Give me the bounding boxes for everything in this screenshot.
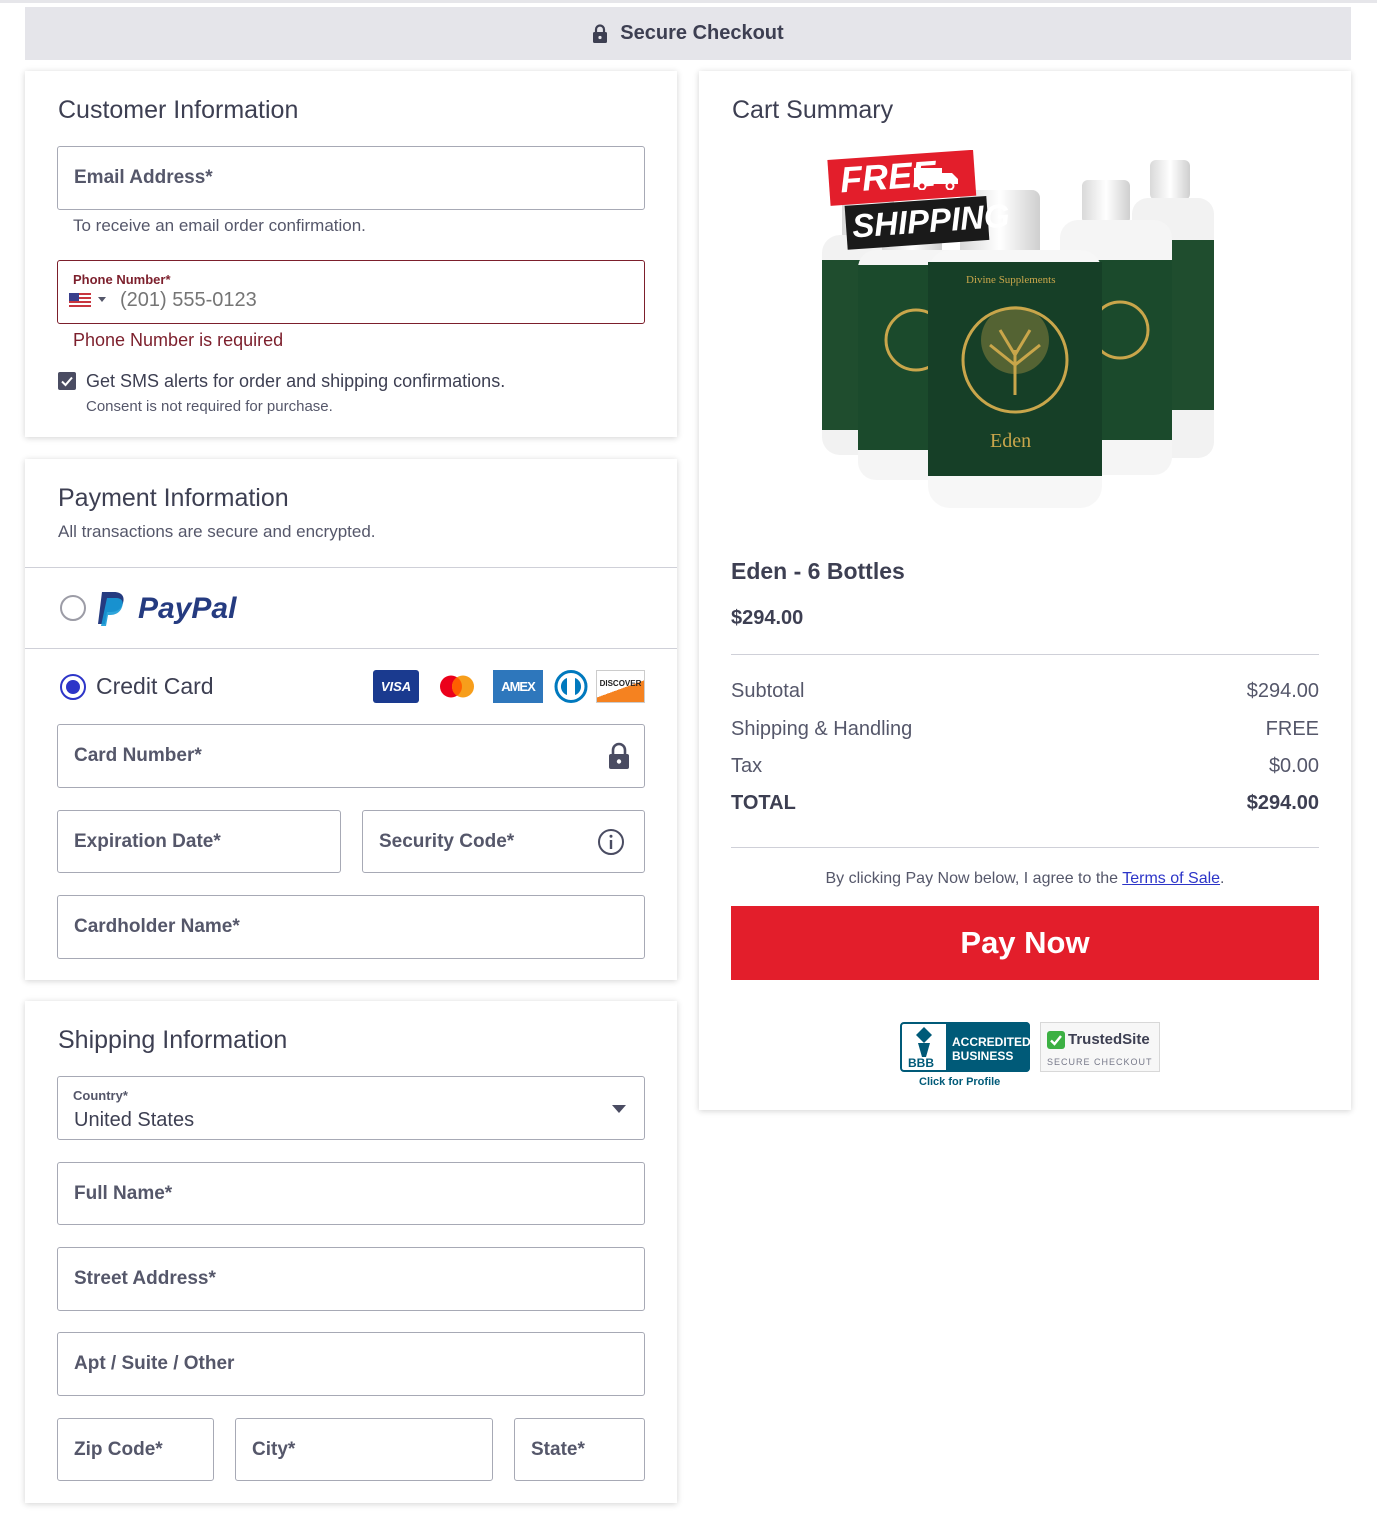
product-image: FREE SHIPPING Divine Supplements Eden [820,149,1220,510]
credit-card-radio[interactable] [60,674,86,700]
cardholder-name-label: Cardholder Name* [74,916,240,937]
bbb-line2: BUSINESS [952,1049,1014,1063]
us-flag-icon[interactable] [69,293,91,308]
tax-row: Tax $0.00 [731,755,1319,778]
cart-summary-title: Cart Summary [732,96,894,124]
sms-label[interactable]: Get SMS alerts for order and shipping co… [86,371,505,392]
state-field[interactable]: State* [514,1418,645,1481]
shipping-label: Shipping & Handling [731,718,913,740]
sms-checkbox[interactable] [58,372,76,390]
payment-divider-2 [25,648,677,649]
subtotal-row: Subtotal $294.00 [731,680,1319,703]
street-address-field[interactable]: Street Address* [57,1247,645,1311]
terms-of-sale-link[interactable]: Terms of Sale [1122,870,1220,887]
card-number-field[interactable]: Card Number* [57,724,645,788]
phone-label: Phone Number* [73,272,171,287]
country-select[interactable]: Country* United States [57,1076,645,1140]
total-label: TOTAL [731,792,796,814]
card-lock-icon [609,742,629,769]
lock-icon [593,23,608,43]
header-title: Secure Checkout [620,22,784,44]
top-border [0,0,1377,3]
product-name: Eden - 6 Bottles [731,558,905,584]
shipping-information-title: Shipping Information [58,1026,288,1054]
zip-code-label: Zip Code* [74,1438,163,1460]
email-field[interactable]: Email Address* [57,146,645,210]
mastercard-icon [433,670,481,703]
email-helper: To receive an email order confirmation. [73,216,366,235]
product-price: $294.00 [731,607,804,629]
sms-consent-note: Consent is not required for purchase. [86,398,333,415]
checkmark-icon [61,376,73,387]
trustedsite-name: TrustedSite [1068,1031,1150,1048]
full-name-label: Full Name* [74,1182,173,1204]
bottle-brand-text: Divine Supplements [966,274,1056,286]
state-label: State* [531,1438,585,1460]
shipping-value: FREE [1265,718,1319,740]
pay-now-button[interactable]: Pay Now [731,906,1319,980]
terms-text: By clicking Pay Now below, I agree to th… [825,870,1225,887]
payment-divider-1 [25,567,677,568]
total-value: $294.00 [1246,792,1319,814]
credit-card-label[interactable]: Credit Card [96,673,214,700]
bbb-mark: BBB [908,1056,934,1070]
country-label: Country* [73,1088,128,1103]
security-code-label: Security Code* [379,830,515,852]
city-label: City* [252,1438,296,1460]
info-icon[interactable] [597,828,625,856]
bbb-caption: Click for Profile [919,1076,1001,1088]
check-badge-icon [1047,1031,1065,1049]
expiration-date-label: Expiration Date* [74,830,221,852]
cardholder-name-field[interactable]: Cardholder Name* [57,895,645,959]
subtotal-label: Subtotal [731,680,805,702]
discover-icon: DISCOVER [596,670,645,703]
full-name-field[interactable]: Full Name* [57,1162,645,1225]
apt-suite-field[interactable]: Apt / Suite / Other [57,1332,645,1396]
visa-icon: VISA [373,670,419,703]
bbb-line1: ACCREDITED [952,1035,1031,1049]
paypal-radio[interactable] [60,595,86,621]
paypal-option[interactable]: PayPal [96,589,236,629]
phone-error-message: Phone Number is required [73,330,284,350]
expiration-date-field[interactable]: Expiration Date* [57,810,341,873]
cart-divider-1 [731,654,1319,655]
trustedsite-badge[interactable]: TrustedSite SECURE CHECKOUT [1040,1022,1160,1072]
country-value: United States [74,1109,195,1131]
tax-label: Tax [731,755,763,777]
zip-code-field[interactable]: Zip Code* [57,1418,214,1481]
subtotal-value: $294.00 [1246,680,1319,702]
secure-checkout-header: Secure Checkout [25,7,1351,60]
trustedsite-sub: SECURE CHECKOUT [1047,1057,1153,1067]
payment-subtitle: All transactions are secure and encrypte… [58,522,376,541]
card-number-label: Card Number* [74,745,202,766]
bottle-name-text: Eden [990,430,1032,452]
street-address-label: Street Address* [74,1268,216,1289]
truck-icon [912,164,960,195]
country-code-chevron-icon[interactable] [98,297,106,302]
chevron-down-icon [612,1105,626,1113]
tax-value: $0.00 [1268,755,1319,777]
shipping-row: Shipping & Handling FREE [731,718,1319,741]
phone-field[interactable]: Phone Number* [57,260,645,324]
apt-suite-label: Apt / Suite / Other [74,1353,235,1374]
total-row: TOTAL $294.00 [731,792,1319,815]
phone-input[interactable] [120,287,620,313]
customer-information-title: Customer Information [58,96,299,124]
city-field[interactable]: City* [235,1418,493,1481]
diners-club-icon [553,670,589,703]
email-label: Email Address* [74,167,213,188]
paypal-logo-icon [98,592,124,626]
bbb-badge[interactable]: BBB ACCREDITED BUSINESS Click for Profil… [900,1022,1031,1092]
paypal-brand: PayPal [138,592,237,625]
amex-icon: AMEX [493,670,543,703]
cart-divider-2 [731,847,1319,848]
security-code-field[interactable]: Security Code* [362,810,645,873]
payment-information-title: Payment Information [58,484,289,512]
